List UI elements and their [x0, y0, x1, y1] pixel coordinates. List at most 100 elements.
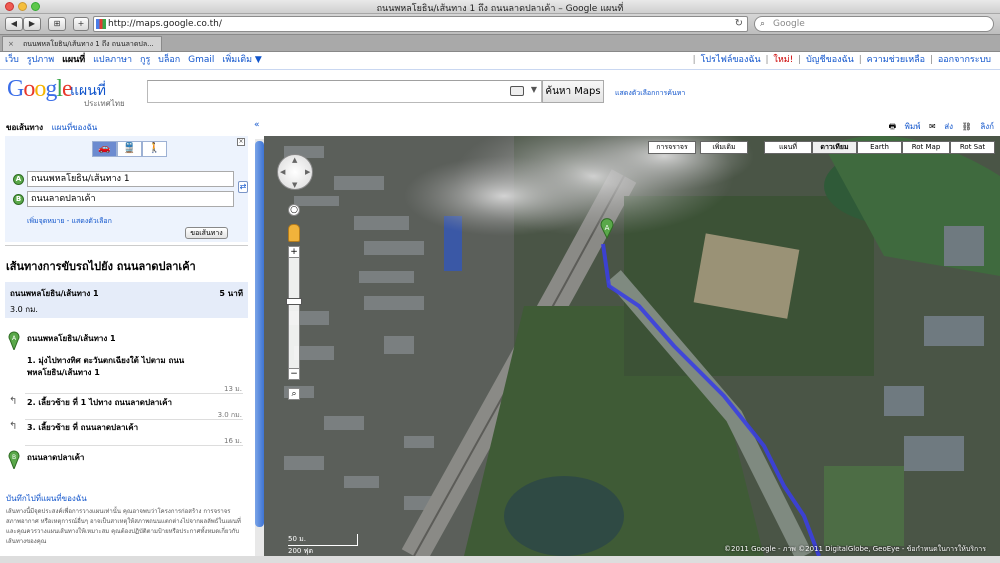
more-button[interactable]: เพิ่มเติม: [700, 141, 748, 154]
step-3[interactable]: 3. เลี้ยวซ้าย ที่ ถนนลาดปลาเค้า: [27, 422, 197, 434]
google-favicon-icon: [96, 19, 106, 29]
map-tools: 🖶 พิมพ์ ✉ ส่ง ⛓ ลิงก์: [264, 118, 1000, 136]
link-link[interactable]: ลิงก์: [980, 122, 994, 131]
tab-directions[interactable]: ขอเส้นทาง: [6, 123, 43, 132]
panel-scrollbar[interactable]: [255, 139, 264, 563]
gbar-new[interactable]: ใหม่!: [773, 55, 793, 65]
send-link[interactable]: ส่ง: [944, 122, 953, 131]
panel-tabs: ขอเส้นทาง แผนที่ของฉัน: [6, 121, 97, 134]
gbar-right: | โปรไฟล์ของฉัน | ใหม่! | บัญชีของฉัน | …: [692, 55, 991, 65]
add-destination-link[interactable]: เพิ่มจุดหมาย - แสดงตัวเลือก: [27, 216, 112, 227]
gbar-account[interactable]: บัญชีของฉัน: [806, 55, 854, 65]
tab-bar: × ถนนพหลโยธิน/เส้นทาง 1 ถึง ถนนลาดปล...: [0, 35, 1000, 52]
pegman-icon[interactable]: [288, 224, 300, 242]
forward-button[interactable]: ▶: [23, 17, 41, 31]
step-divider: [25, 419, 243, 420]
gbar-signout[interactable]: ออกจากระบบ: [938, 55, 991, 65]
print-link[interactable]: พิมพ์: [905, 122, 921, 131]
summary-distance: 3.0 กม.: [10, 305, 38, 314]
to-input[interactable]: ถนนลาดปลาเค้า: [27, 191, 234, 207]
google-bar: เว็บ รูปภาพ แผนที่ แปลภาษา กูรู บล็อก Gm…: [0, 52, 1000, 69]
travel-modes: 🚗 🚆 🚶: [92, 141, 167, 157]
search-options-link[interactable]: แสดงตัวเลือกการค้นหา: [615, 88, 685, 99]
close-tab-icon[interactable]: ×: [8, 37, 14, 51]
svg-text:B: B: [12, 454, 16, 461]
address-text: http://maps.google.co.th/: [108, 19, 222, 29]
window-titlebar: ถนนพหลโยธิน/เส้นทาง 1 ถึง ถนนลาดปลาเค้า …: [0, 0, 1000, 14]
scale-bar: 50 ม. 200 ฟุต: [288, 534, 358, 556]
scrollbar-thumb[interactable]: [255, 141, 264, 527]
start-location[interactable]: ถนนพหลโยธิน/เส้นทาง 1: [27, 332, 116, 345]
swap-icon[interactable]: ⇄: [238, 181, 248, 193]
gbar-gmail[interactable]: Gmail: [188, 55, 214, 65]
earth-view-button[interactable]: Earth: [857, 141, 902, 154]
map-copyright: ©2011 Google - ภาพ ©2011 DigitalGlobe, G…: [724, 545, 986, 553]
reload-icon[interactable]: ↻: [735, 17, 743, 31]
gbar-guru[interactable]: กูรู: [140, 55, 150, 65]
keyboard-icon[interactable]: [510, 86, 524, 96]
browser-search-field[interactable]: ⌕ Google: [754, 16, 994, 32]
satellite-imagery: A: [264, 136, 1000, 556]
chevron-down-icon[interactable]: ▼: [531, 85, 537, 94]
gbar-more[interactable]: เพิ่มเติม ▼: [222, 55, 262, 65]
rot-sat-button[interactable]: Rot Sat: [950, 141, 995, 154]
top-sites-button[interactable]: ⊞: [48, 17, 66, 31]
zoom-in-button[interactable]: +: [288, 246, 300, 258]
satellite-view-button[interactable]: ดาวเทียม: [812, 141, 857, 154]
pan-up-icon[interactable]: ▲: [292, 156, 297, 164]
gbar-maps[interactable]: แผนที่: [62, 55, 85, 65]
transit-mode-icon[interactable]: 🚆: [117, 141, 142, 157]
gbar-web[interactable]: เว็บ: [5, 55, 19, 65]
close-icon[interactable]: ×: [237, 138, 245, 146]
gbar-left: เว็บ รูปภาพ แผนที่ แปลภาษา กูรู บล็อก Gm…: [5, 52, 267, 69]
collapse-panel-icon[interactable]: «: [254, 120, 260, 130]
google-logo[interactable]: Google: [7, 76, 73, 103]
traffic-button[interactable]: การจราจร: [648, 141, 696, 154]
end-location[interactable]: ถนนลาดปลาเค้า: [27, 451, 84, 464]
zoom-slider-thumb[interactable]: [286, 298, 302, 305]
zoom-box-icon[interactable]: ⌕: [288, 388, 300, 400]
back-button[interactable]: ◀: [5, 17, 23, 31]
gbar-images[interactable]: รูปภาพ: [27, 55, 54, 65]
pan-right-icon[interactable]: ▶: [305, 168, 310, 176]
step-2[interactable]: 2. เลี้ยวซ้าย ที่ 1 ไปทาง ถนนลาดปลาเค้า: [27, 397, 197, 409]
gbar-profile[interactable]: โปรไฟล์ของฉัน: [701, 55, 761, 65]
add-bookmark-button[interactable]: +: [73, 17, 89, 31]
marker-b-icon: B: [13, 194, 24, 205]
browser-tab[interactable]: × ถนนพหลโยธิน/เส้นทาง 1 ถึง ถนนลาดปล...: [2, 36, 162, 51]
from-input[interactable]: ถนนพหลโยธิน/เส้นทาง 1: [27, 171, 234, 187]
rot-map-button[interactable]: Rot Map: [902, 141, 950, 154]
browser-search-placeholder: Google: [773, 19, 805, 29]
zoom-slider[interactable]: [288, 246, 300, 378]
step-1[interactable]: 1. มุ่งไปทางทิศ ตะวันตกเฉียงใต้ ไปตาม ถน…: [27, 355, 197, 379]
start-pin-icon[interactable]: A: [8, 330, 20, 350]
gbar-help[interactable]: ความช่วยเหลือ: [867, 55, 925, 65]
link-icon[interactable]: ⛓: [962, 122, 972, 131]
end-pin-icon[interactable]: B: [8, 449, 20, 469]
maps-search-input[interactable]: ▼: [147, 80, 542, 103]
route-summary[interactable]: ถนนพหลโยธิน/เส้นทาง 1 5 นาที 3.0 กม.: [5, 282, 248, 318]
car-mode-icon[interactable]: 🚗: [92, 141, 117, 157]
satellite-map[interactable]: A การจราจร เพิ่มเติม แผนที่ ดาวเทียม Ear…: [264, 136, 1000, 556]
rotate-icon[interactable]: ○: [288, 204, 300, 216]
get-directions-button[interactable]: ขอเส้นทาง: [185, 227, 228, 239]
map-view-button[interactable]: แผนที่: [764, 141, 812, 154]
zoom-out-button[interactable]: −: [288, 368, 300, 380]
pan-left-icon[interactable]: ◀: [280, 168, 285, 176]
step-divider: [25, 393, 243, 394]
window-title: ถนนพหลโยธิน/เส้นทาง 1 ถึง ถนนลาดปลาเค้า …: [376, 4, 624, 14]
search-maps-button[interactable]: ค้นหา Maps: [542, 80, 604, 103]
save-to-my-maps-link[interactable]: บันทึกไปที่แผนที่ของฉัน: [6, 492, 87, 505]
gbar-translate[interactable]: แปลภาษา: [93, 55, 132, 65]
address-bar[interactable]: http://maps.google.co.th/ ↻: [93, 16, 748, 32]
pan-control[interactable]: ▲ ▼ ◀ ▶: [277, 154, 313, 190]
divider: [5, 245, 248, 246]
walk-mode-icon[interactable]: 🚶: [142, 141, 167, 157]
pan-down-icon[interactable]: ▼: [292, 181, 297, 189]
step-divider: [25, 445, 243, 446]
tab-my-maps[interactable]: แผนที่ของฉัน: [52, 123, 98, 132]
print-icon[interactable]: 🖶: [889, 122, 897, 131]
tab-label: ถนนพหลโยธิน/เส้นทาง 1 ถึง ถนนลาดปล...: [23, 40, 154, 48]
gbar-blogger[interactable]: บล็อก: [158, 55, 180, 65]
mail-icon[interactable]: ✉: [929, 122, 936, 131]
